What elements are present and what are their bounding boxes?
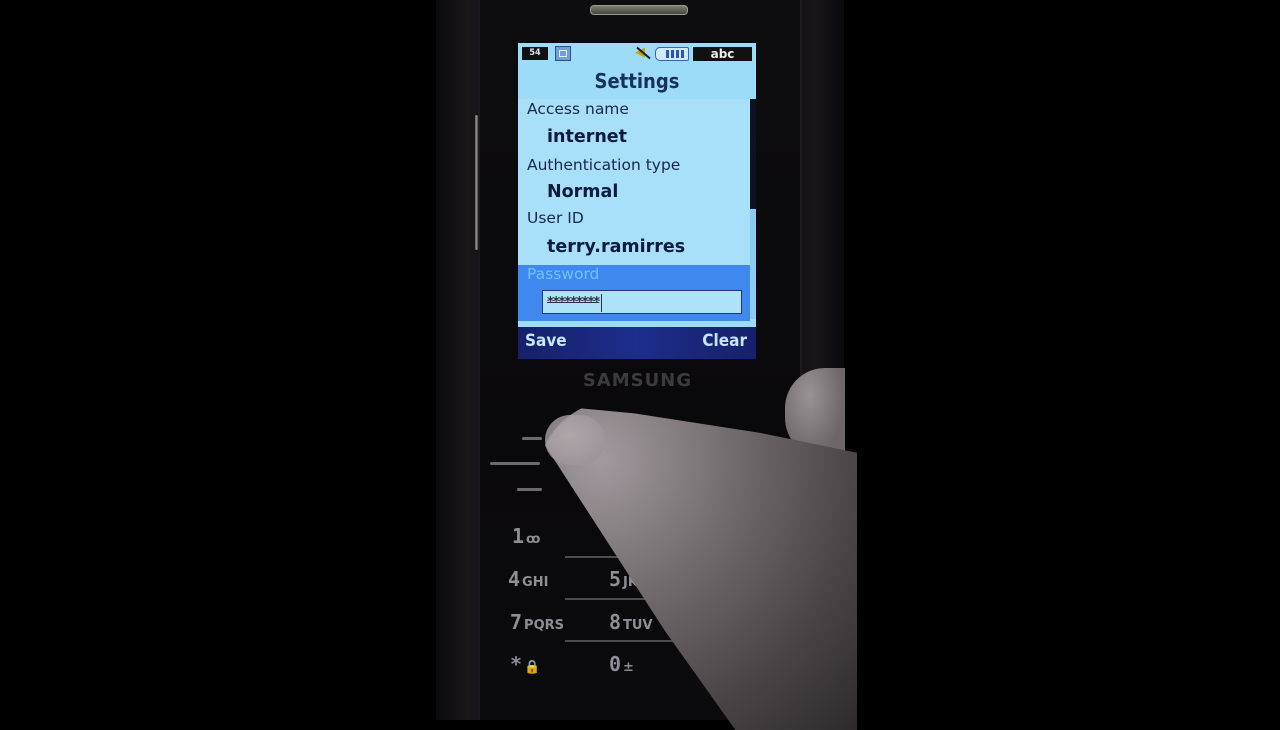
- page-title: Settings: [594, 69, 680, 93]
- status-bar: 54 ◀ abc: [518, 43, 756, 65]
- key-1[interactable]: 1ꝏ: [512, 524, 540, 548]
- brand-logo: SAMSUNG: [582, 370, 693, 391]
- clear-button[interactable]: Clear: [702, 331, 747, 351]
- scrollbar-thumb[interactable]: [750, 99, 756, 209]
- auth-type-label: Authentication type: [527, 156, 681, 174]
- key-0[interactable]: 0 ±: [609, 652, 634, 676]
- access-name-label: Access name: [527, 100, 629, 118]
- password-value: *********: [547, 295, 600, 310]
- battery-level: [666, 50, 684, 58]
- battery-icon: [655, 47, 689, 61]
- nav-key-left[interactable]: [490, 462, 540, 465]
- scrollbar[interactable]: [750, 99, 756, 319]
- user-id-value[interactable]: terry.ramirres: [547, 237, 685, 257]
- user-id-label: User ID: [527, 209, 584, 227]
- earpiece-speaker: [590, 5, 688, 15]
- nav-key-up[interactable]: [522, 437, 542, 440]
- save-button[interactable]: Save: [525, 331, 567, 351]
- key-4[interactable]: 4 GHI: [508, 567, 548, 591]
- message-icon: [555, 46, 571, 61]
- password-label: Password: [527, 265, 600, 283]
- phone-screen: 54 ◀ abc Settings Access name internet A…: [517, 42, 757, 360]
- fingertip: [545, 415, 605, 465]
- text-cursor: [601, 293, 603, 312]
- password-item-selected[interactable]: Password *********: [518, 265, 750, 321]
- access-name-value[interactable]: internet: [547, 127, 627, 147]
- softkey-bar: Save Clear: [518, 327, 756, 359]
- nav-key-down[interactable]: [517, 488, 542, 491]
- key-8[interactable]: 8 TUV: [609, 610, 653, 634]
- auth-type-value[interactable]: Normal: [547, 182, 618, 202]
- signal-strength-icon: 54: [522, 47, 548, 60]
- password-input[interactable]: *********: [542, 290, 742, 314]
- side-volume-key[interactable]: [475, 115, 478, 250]
- key-star[interactable]: * 🔒: [510, 652, 540, 676]
- input-mode-indicator: abc: [693, 47, 752, 61]
- key-7[interactable]: 7 PQRS: [510, 610, 564, 634]
- mute-icon: ◀: [635, 46, 651, 60]
